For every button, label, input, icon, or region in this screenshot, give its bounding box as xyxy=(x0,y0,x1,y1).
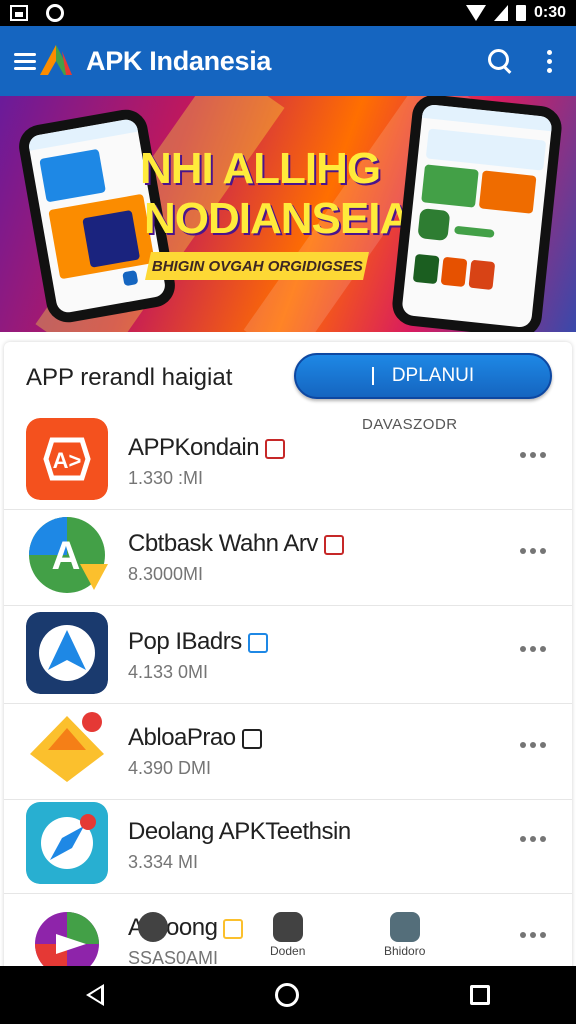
more-options-icon[interactable] xyxy=(520,932,546,938)
download-icon xyxy=(272,912,303,942)
app-name: APPKondain xyxy=(128,434,260,461)
app-name: AbloaPrao xyxy=(128,724,236,751)
wifi-icon xyxy=(465,5,486,21)
list-item[interactable]: Pop IBadrs 4.133 0MI xyxy=(4,608,572,704)
section-title: APP rerandl haigiat xyxy=(26,364,233,391)
banner-headline-2: NODIANSEIA xyxy=(144,194,411,243)
more-options-icon[interactable] xyxy=(520,452,546,458)
store-icon: A xyxy=(26,514,108,596)
app-title: APK Indanesia xyxy=(86,45,272,76)
app-name: Pop IBadrs xyxy=(128,628,242,655)
banner-headline-1: NHI ALLIHG xyxy=(140,144,381,193)
bottom-nav-label: Doden xyxy=(270,944,306,958)
apps-card: APP rerandl haigiat DPLANUI DAVASZODR A>… xyxy=(4,342,572,982)
svg-text:A: A xyxy=(52,534,81,578)
clock: 0:30 xyxy=(533,4,566,21)
signal-icon xyxy=(493,5,508,21)
flag-icon xyxy=(241,728,262,749)
more-options-icon[interactable] xyxy=(520,646,546,652)
banner-ribbon: BHIGIN OVGAH ORGIDIGSES xyxy=(145,252,369,280)
flag-icon xyxy=(323,534,344,555)
bottom-nav-download[interactable]: Doden xyxy=(270,912,305,958)
bottom-nav-library[interactable] xyxy=(138,912,168,944)
bottom-nav-label: Bhidoro xyxy=(384,944,426,958)
menu-icon[interactable] xyxy=(14,52,36,70)
more-icon[interactable] xyxy=(547,49,552,73)
status-bar: 0:30 xyxy=(0,0,576,26)
home-icon[interactable] xyxy=(274,983,299,1007)
image-icon xyxy=(10,5,28,21)
shield-icon xyxy=(247,632,268,653)
app-name: Cbtbask Wahn Arv xyxy=(128,530,318,557)
back-icon[interactable] xyxy=(85,984,104,1006)
svg-text:A>: A> xyxy=(53,448,82,473)
search-icon[interactable] xyxy=(487,48,513,74)
flag-icon xyxy=(223,918,244,939)
crown-icon xyxy=(26,708,108,790)
library-icon xyxy=(138,912,168,942)
banner-ribbon-text: BHIGIN OVGAH ORGIDIGSES xyxy=(151,257,363,275)
list-item[interactable]: AbloaPrao 4.390 DMI xyxy=(4,704,572,800)
logo-icon xyxy=(40,45,72,75)
compass-icon xyxy=(26,802,108,884)
arrow-icon xyxy=(26,612,108,694)
phone-illustration xyxy=(390,96,564,332)
download-button-label: DPLANUI xyxy=(391,365,475,386)
app-size: 4.390 DMI xyxy=(128,758,212,778)
list-item[interactable]: A> APPKondain 1.330 :MI xyxy=(4,414,572,510)
app-size: 4.133 0MI xyxy=(128,662,209,682)
list-item[interactable]: Deolang APKTeethsin 3.334 MI xyxy=(4,798,572,894)
chart-icon xyxy=(389,912,420,942)
download-button[interactable]: DPLANUI xyxy=(294,353,552,399)
app-bar: APK Indanesia xyxy=(0,26,576,96)
recent-apps-icon[interactable] xyxy=(470,985,491,1005)
battery-icon xyxy=(515,5,526,21)
play-icon: A> xyxy=(26,418,108,500)
more-options-icon[interactable] xyxy=(520,742,546,748)
more-options-icon[interactable] xyxy=(520,836,546,842)
download-button-bar xyxy=(371,367,374,385)
system-nav-bar xyxy=(0,966,576,1024)
app-size: 8.3000MI xyxy=(128,564,204,584)
flag-icon xyxy=(265,438,286,459)
sync-icon xyxy=(46,4,64,22)
promo-banner[interactable]: NHI ALLIHG NODIANSEIA BHIGIN OVGAH ORGID… xyxy=(0,96,576,332)
more-options-icon[interactable] xyxy=(520,548,546,554)
app-name: Deolang APKTeethsin xyxy=(128,818,351,845)
bottom-nav-charts[interactable]: Bhidoro xyxy=(384,912,425,958)
app-size: 1.330 :MI xyxy=(128,468,204,488)
app-size: 3.334 MI xyxy=(128,852,199,872)
list-item[interactable]: A Cbtbask Wahn Arv 8.3000MI xyxy=(4,510,572,606)
screen: 0:30 APK Indanesia NHI ALLIHG NODIANSEIA… xyxy=(0,0,576,1024)
